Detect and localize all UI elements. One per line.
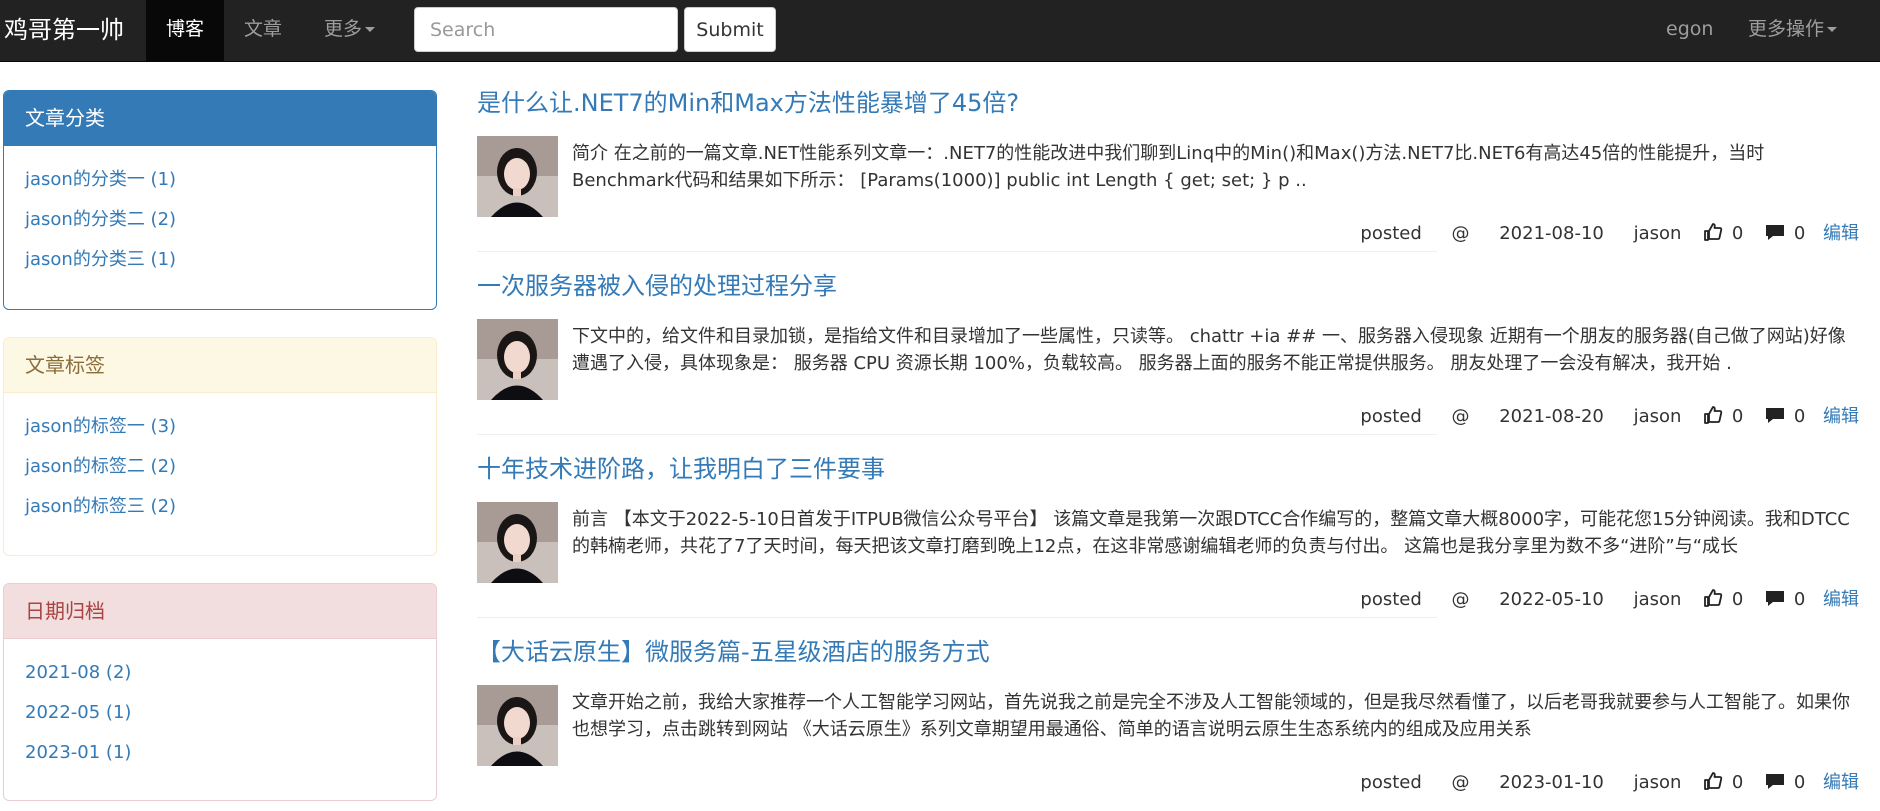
- category-link[interactable]: jason的分类三 (1): [25, 240, 415, 280]
- posted-label: posted: [1360, 223, 1422, 244]
- comment-icon[interactable]: [1765, 768, 1785, 798]
- thumbs-up-icon[interactable]: [1703, 585, 1723, 615]
- article-title-link[interactable]: 一次服务器被入侵的处理过程分享: [477, 271, 837, 301]
- archive-panel: 日期归档 2021-08 (2) 2022-05 (1) 2023-01 (1): [3, 583, 437, 801]
- like-count: 0: [1731, 772, 1744, 793]
- author-avatar[interactable]: [477, 319, 558, 400]
- at-symbol: @: [1451, 223, 1470, 244]
- thumbs-up-icon[interactable]: [1703, 402, 1723, 432]
- article-title-link[interactable]: 十年技术进阶路，让我明白了三件要事: [477, 454, 885, 484]
- article-summary: 简介 在之前的一篇文章.NET性能系列文章一：.NET7的性能改进中我们聊到Li…: [572, 143, 1765, 191]
- submit-button[interactable]: Submit: [684, 7, 776, 52]
- edit-link[interactable]: 编辑: [1823, 402, 1859, 432]
- article-meta: posted @ 2022-05-10 jason 0 0 编辑: [1360, 585, 1859, 615]
- site-brand[interactable]: 鸡哥第一帅: [4, 0, 124, 62]
- category-link[interactable]: jason的分类一 (1): [25, 160, 415, 200]
- article-title-link[interactable]: 是什么让.NET7的Min和Max方法性能暴增了45倍?: [477, 88, 1019, 118]
- article-title-link[interactable]: 【大话云原生】微服务篇-五星级酒店的服务方式: [477, 637, 990, 667]
- article-item: 【大话云原生】微服务篇-五星级酒店的服务方式 文章开始之前，我给大家推荐一个人工…: [477, 637, 1859, 811]
- archive-panel-title: 日期归档: [4, 584, 436, 639]
- post-author: jason: [1633, 223, 1682, 244]
- article-item: 一次服务器被入侵的处理过程分享 下文中的，给文件和目录加锁，是指给文件和目录增加…: [477, 271, 1859, 454]
- post-author: jason: [1633, 589, 1682, 610]
- comment-icon[interactable]: [1765, 402, 1785, 432]
- nav-tab-blog[interactable]: 博客: [146, 0, 224, 62]
- comment-icon[interactable]: [1765, 585, 1785, 615]
- posted-label: posted: [1360, 589, 1422, 610]
- nav-tab-articles[interactable]: 文章: [224, 0, 302, 62]
- category-panel-title: 文章分类: [4, 91, 436, 146]
- archive-link[interactable]: 2023-01 (1): [25, 733, 415, 773]
- thumbs-up-icon[interactable]: [1703, 219, 1723, 249]
- tag-panel: 文章标签 jason的标签一 (3) jason的标签二 (2) jason的标…: [3, 337, 437, 556]
- comment-icon[interactable]: [1765, 219, 1785, 249]
- author-avatar[interactable]: [477, 685, 558, 766]
- tag-link[interactable]: jason的标签一 (3): [25, 407, 415, 447]
- article-meta: posted @ 2023-01-10 jason 0 0 编辑: [1360, 768, 1859, 798]
- edit-link[interactable]: 编辑: [1823, 219, 1859, 249]
- caret-down-icon: [365, 27, 375, 32]
- divider: [477, 434, 1437, 435]
- like-count: 0: [1731, 406, 1744, 427]
- edit-link[interactable]: 编辑: [1823, 585, 1859, 615]
- article-summary: 文章开始之前，我给大家推荐一个人工智能学习网站，首先说我之前是完全不涉及人工智能…: [572, 692, 1850, 740]
- comment-count: 0: [1793, 772, 1806, 793]
- edit-link[interactable]: 编辑: [1823, 768, 1859, 798]
- comment-count: 0: [1793, 223, 1806, 244]
- thumbs-up-icon[interactable]: [1703, 768, 1723, 798]
- at-symbol: @: [1451, 406, 1470, 427]
- post-date: 2021-08-10: [1499, 223, 1604, 244]
- post-date: 2022-05-10: [1499, 589, 1604, 610]
- nav-more-dropdown[interactable]: 更多: [302, 0, 397, 62]
- search-input[interactable]: [414, 7, 678, 52]
- posted-label: posted: [1360, 406, 1422, 427]
- article-item: 十年技术进阶路，让我明白了三件要事 前言 【本文于2022-5-10日首发于IT…: [477, 454, 1859, 637]
- archive-link[interactable]: 2021-08 (2): [25, 653, 415, 693]
- post-author: jason: [1633, 772, 1682, 793]
- nav-tab-blog-label: 博客: [165, 18, 204, 40]
- author-avatar[interactable]: [477, 136, 558, 217]
- comment-count: 0: [1793, 589, 1806, 610]
- article-summary: 前言 【本文于2022-5-10日首发于ITPUB微信公众号平台】 该篇文章是我…: [572, 509, 1850, 557]
- divider: [477, 617, 1437, 618]
- author-avatar[interactable]: [477, 502, 558, 583]
- article-summary: 下文中的，给文件和目录加锁，是指给文件和目录增加了一些属性，只读等。 chatt…: [572, 326, 1846, 374]
- like-count: 0: [1731, 589, 1744, 610]
- user-link[interactable]: egon: [1666, 0, 1713, 62]
- more-actions-dropdown[interactable]: 更多操作: [1748, 0, 1838, 62]
- category-link[interactable]: jason的分类二 (2): [25, 200, 415, 240]
- post-date: 2023-01-10: [1499, 772, 1604, 793]
- archive-link[interactable]: 2022-05 (1): [25, 693, 415, 733]
- article-meta: posted @ 2021-08-20 jason 0 0 编辑: [1360, 402, 1859, 432]
- comment-count: 0: [1793, 406, 1806, 427]
- like-count: 0: [1731, 223, 1744, 244]
- at-symbol: @: [1451, 589, 1470, 610]
- category-panel: 文章分类 jason的分类一 (1) jason的分类二 (2) jason的分…: [3, 90, 437, 310]
- tag-panel-title: 文章标签: [4, 338, 436, 393]
- more-actions-label: 更多操作: [1748, 18, 1825, 40]
- divider: [477, 251, 1437, 252]
- top-navbar: 鸡哥第一帅 博客 文章 更多 Submit egon 更多操作: [0, 0, 1880, 62]
- article-item: 是什么让.NET7的Min和Max方法性能暴增了45倍? 简介 在之前的一篇文章…: [477, 88, 1859, 271]
- nav-tab-articles-label: 文章: [243, 18, 282, 40]
- post-date: 2021-08-20: [1499, 406, 1604, 427]
- article-meta: posted @ 2021-08-10 jason 0 0 编辑: [1360, 219, 1859, 249]
- nav-more-label: 更多: [323, 18, 362, 40]
- caret-down-icon: [1827, 27, 1838, 32]
- at-symbol: @: [1451, 772, 1470, 793]
- post-author: jason: [1633, 406, 1682, 427]
- tag-link[interactable]: jason的标签二 (2): [25, 447, 415, 487]
- posted-label: posted: [1360, 772, 1422, 793]
- tag-link[interactable]: jason的标签三 (2): [25, 487, 415, 527]
